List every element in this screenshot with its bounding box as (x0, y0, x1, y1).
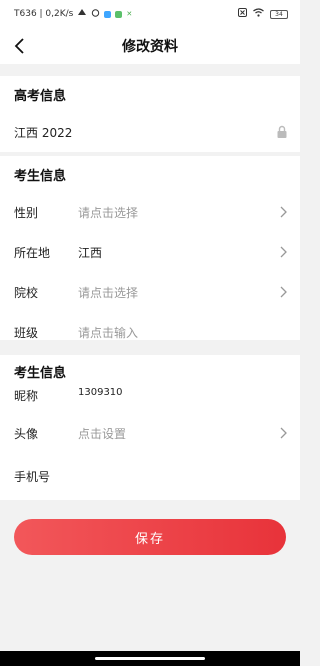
sim-icon (238, 8, 247, 20)
row-label: 班级 (14, 325, 39, 340)
chevron-right-icon (278, 285, 288, 299)
battery-icon: 34 (270, 9, 288, 19)
row-label: 性别 (14, 205, 39, 220)
school-value: 请点击选择 (78, 285, 139, 300)
page-title: 修改资料 (122, 39, 178, 55)
lock-icon (276, 125, 288, 139)
alarm-icon (91, 8, 100, 20)
chevron-right-icon (278, 205, 288, 219)
status-bar: T636 | 0,2K/s ✕ 34 (0, 0, 300, 28)
system-navigation-bar (0, 651, 300, 666)
gender-value: 请点击选择 (78, 205, 139, 220)
row-label: 所在地 (14, 245, 51, 260)
gaokao-info-row: 江西 2022 (0, 112, 300, 152)
section-title-profile: 考生信息 (14, 365, 67, 381)
row-location[interactable]: 所在地 江西 (0, 232, 300, 272)
avatar-value: 点击设置 (78, 426, 127, 441)
section-title-student: 考生信息 (14, 168, 67, 184)
row-phone[interactable]: 手机号 (0, 457, 300, 495)
row-avatar[interactable]: 头像 点击设置 (0, 409, 300, 457)
row-class[interactable]: 班级 请点击输入 (0, 312, 300, 352)
profile-info-card: 考生信息 昵称 1309310 头像 点击设置 手机号 (0, 355, 300, 500)
row-label: 手机号 (14, 469, 51, 484)
nickname-value: 1309310 (78, 387, 123, 398)
app-icon-green (115, 10, 123, 18)
save-button[interactable]: 保存 (14, 519, 286, 555)
home-indicator[interactable] (95, 657, 205, 660)
row-school[interactable]: 院校 请点击选择 (0, 272, 300, 312)
row-gender[interactable]: 性别 请点击选择 (0, 192, 300, 232)
row-label: 昵称 (14, 389, 39, 403)
row-label: 院校 (14, 285, 39, 300)
chevron-right-icon (278, 245, 288, 259)
status-left: T636 | 0,2K/s ✕ (14, 8, 132, 20)
network-speed: T636 | 0,2K/s (14, 9, 74, 19)
battery-level: 34 (275, 10, 283, 18)
row-nickname[interactable]: 昵称 1309310 (0, 387, 300, 409)
app-icon-blue (104, 10, 112, 18)
gaokao-info-card: 高考信息 江西 2022 (0, 76, 300, 152)
notification-icon (77, 8, 87, 20)
page-header: 修改资料 (0, 28, 300, 64)
gaokao-province-year: 江西 2022 (14, 125, 73, 140)
section-title-gaokao: 高考信息 (14, 88, 67, 104)
location-value: 江西 (78, 245, 103, 260)
status-right: 34 (238, 8, 288, 20)
student-info-card: 考生信息 性别 请点击选择 所在地 江西 院校 请点击选择 班级 请点击输入 (0, 156, 300, 340)
class-input[interactable]: 请点击输入 (78, 324, 288, 341)
row-label: 头像 (14, 426, 39, 441)
wifi-icon (253, 8, 264, 20)
chevron-right-icon (278, 426, 288, 440)
app-icon-small: ✕ (126, 10, 133, 18)
chevron-left-icon (14, 38, 24, 54)
back-button[interactable] (8, 34, 32, 58)
